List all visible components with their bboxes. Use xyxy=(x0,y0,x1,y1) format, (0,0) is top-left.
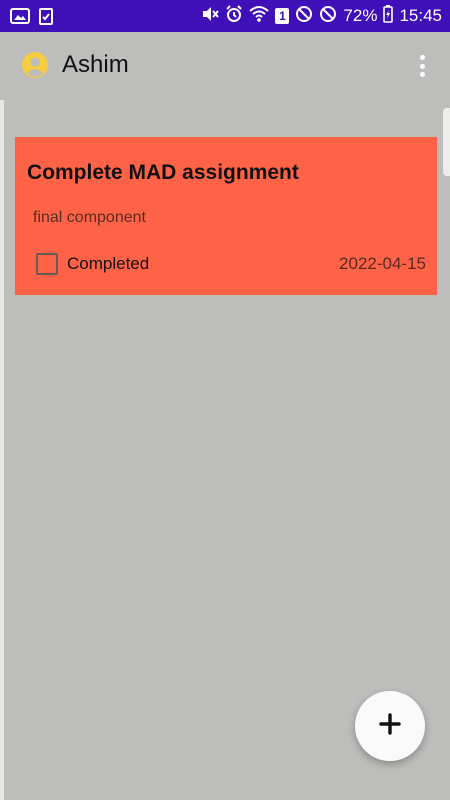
clipboard-check-icon xyxy=(38,7,54,30)
task-title: Complete MAD assignment xyxy=(27,161,299,184)
app-title: Ashim xyxy=(62,51,129,78)
completed-checkbox[interactable] xyxy=(36,253,58,275)
task-card[interactable]: Complete MAD assignment final component … xyxy=(15,137,437,295)
task-date: 2022-04-15 xyxy=(339,254,426,273)
status-time: 15:45 xyxy=(399,6,442,25)
completed-checkbox-label[interactable]: Completed xyxy=(67,254,149,274)
sim-slot-number: 1 xyxy=(279,9,286,23)
add-task-button[interactable] xyxy=(355,691,425,761)
blocked-icon xyxy=(319,5,337,28)
scrollbar-thumb[interactable] xyxy=(443,108,450,176)
battery-percent: 72% xyxy=(343,6,378,25)
status-right: 1 72% 15:45 xyxy=(201,0,442,32)
list-left-edge xyxy=(0,100,4,800)
task-description: final component xyxy=(33,209,146,226)
sim-badge-icon: 1 xyxy=(275,8,290,24)
battery-charging-icon xyxy=(383,4,394,28)
mute-icon xyxy=(201,5,220,28)
plus-icon xyxy=(379,712,401,740)
alarm-icon xyxy=(225,4,243,28)
dnd-icon xyxy=(295,5,313,28)
app-bar: Ashim xyxy=(0,32,450,100)
status-left xyxy=(10,7,54,30)
status-bar: 1 72% 15:45 xyxy=(0,0,450,32)
more-vert-icon[interactable] xyxy=(412,52,432,80)
account-circle-icon[interactable] xyxy=(22,52,48,78)
image-icon xyxy=(10,8,30,29)
wifi-icon xyxy=(249,5,270,28)
